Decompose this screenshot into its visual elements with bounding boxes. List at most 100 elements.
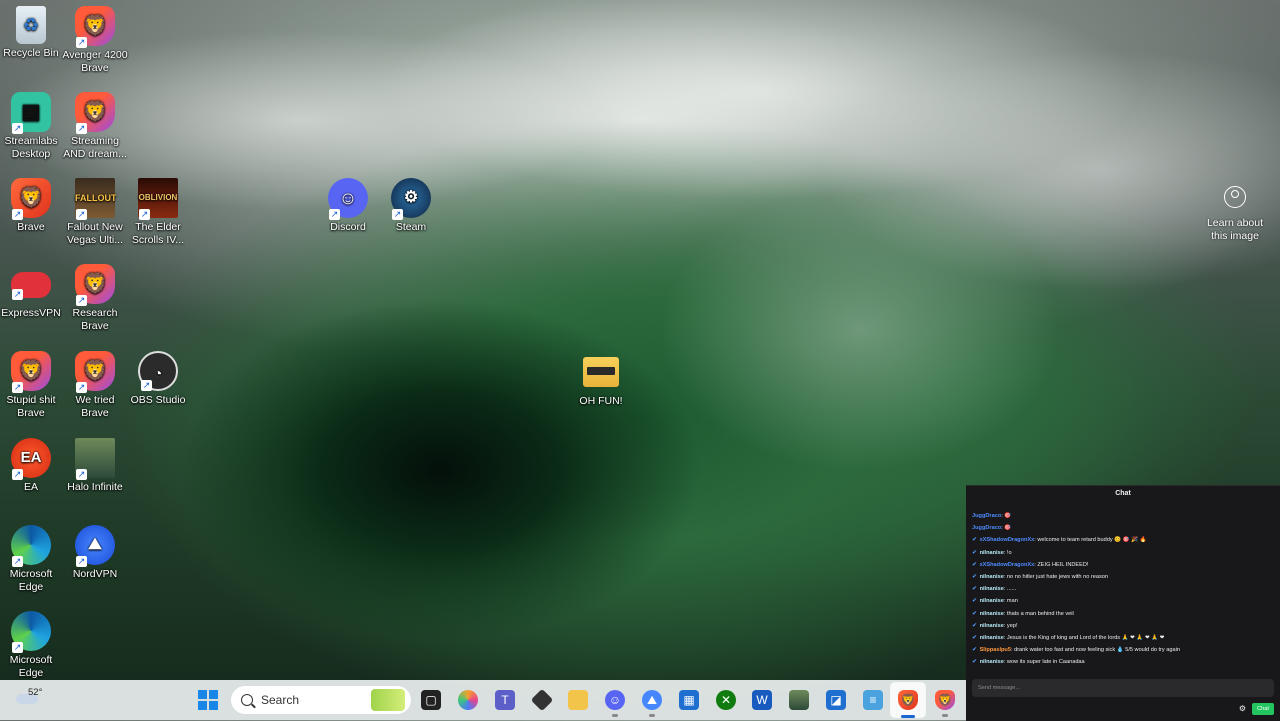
notepad-icon[interactable]: ≡ [863,690,883,710]
desktop-icon-discord[interactable]: ☺ ↗ Discord [315,178,381,234]
chat-text: ZEIG HEIL INDEED! [1037,561,1089,568]
desktop-icon-research-brave[interactable]: 🦁 ↗ Research Brave [62,264,128,333]
desktop-icon-brave[interactable]: 🦁 ↗ Brave [0,178,64,234]
taskbar: 52° Search ▢ T ☺ ⛰ ▦ ✕ W ◪ ≡ 🦁 🦁 [0,680,966,720]
file-explorer-icon[interactable] [568,690,588,710]
chat-username[interactable]: nilnanise [980,550,1004,556]
expressvpn-icon: ↗ [11,272,51,300]
brave-icon: 🦁 ↗ [11,178,51,220]
desktop-icon-oblivion[interactable]: OBLIVION ↗ The Elder Scrolls IV... [125,178,191,247]
desktop-icon-steam[interactable]: ⚙ ↗ Steam [378,178,444,234]
desktop-icon-label: The Elder Scrolls IV... [131,221,185,246]
nordvpn-taskbar-icon[interactable]: ⛰ [642,690,662,710]
brave-profile-icon: 🦁 ↗ [75,92,115,134]
chat-username[interactable]: JuggDraco [972,525,1001,531]
desktop-icon-edge-1[interactable]: ↗ Microsoft Edge [0,525,64,594]
desktop-icon-label: Recycle Bin [3,47,59,59]
taskbar-search[interactable]: Search [230,685,412,715]
desktop-icon-streamlabs[interactable]: ▣ ↗ Streamlabs Desktop [0,92,64,161]
chat-username[interactable]: nilnanise [980,598,1004,604]
learn-about-image[interactable]: Learn about this image [1200,182,1270,243]
chat-username[interactable]: xXShadowDragonXx [980,537,1035,543]
brave-profile-icon: 🦁 ↗ [75,6,115,48]
desktop-icon-edge-2[interactable]: ↗ Microsoft Edge [0,611,64,680]
copilot-icon[interactable] [458,690,478,710]
nordvpn-icon: ⛰ ↗ [75,525,115,567]
halo-taskbar-icon[interactable] [789,690,809,710]
xbox-icon[interactable]: ✕ [716,690,736,710]
chat-username[interactable]: Slippaslpu5 [980,647,1011,653]
running-indicator [942,714,948,717]
chat-username[interactable]: nilnanise [980,574,1004,580]
desktop-icon-streaming-brave[interactable]: 🦁 ↗ Streaming AND dream... [62,92,128,161]
desktop-icon-fallout[interactable]: FALLOUT ↗ Fallout New Vegas Ulti... [62,178,128,247]
desktop-icon-label: ExpressVPN [1,307,61,319]
chat-username[interactable]: JuggDraco [972,513,1001,519]
verified-badge-icon: ✔ [972,573,978,580]
desktop-icon-expressvpn[interactable]: ↗ ExpressVPN [0,264,64,320]
chat-username[interactable]: nilnanise [980,623,1004,629]
chat-message: ✔ nilnanise: no no hitler just hate jews… [972,571,1274,583]
chat-username[interactable]: nilnanise [980,635,1004,641]
stream-chat-panel: Chat JuggDraco: 🎯 JuggDraco: 🎯 ✔ xXShado… [966,485,1280,721]
weather-temperature: 52° [28,687,43,698]
desktop-icon-label: Microsoft Edge [9,568,53,593]
chat-username[interactable]: nilnanise [980,586,1004,592]
recycle-bin-icon: ♻ [16,6,46,44]
desktop-icon-recycle-bin[interactable]: ♻ Recycle Bin [0,6,64,60]
desktop-icon-label: Streaming AND dream... [63,135,127,160]
desktop-icon-nordvpn[interactable]: ⛰ ↗ NordVPN [62,525,128,581]
chat-username[interactable]: xXShadowDragonXx [980,562,1035,568]
chat-username[interactable]: nilnanise [980,611,1004,617]
verified-badge-icon: ✔ [972,586,978,593]
chat-send-button[interactable]: Chat [1252,703,1274,715]
hexagon-app-icon[interactable] [530,688,554,712]
desktop-icon-label: Fallout New Vegas Ulti... [66,221,124,246]
desktop-icon-label: Research Brave [72,307,118,332]
outlook-calendar-icon[interactable]: ◪ [826,690,846,710]
teams-icon[interactable]: T [495,690,515,710]
desktop-icon-avenger-brave[interactable]: 🦁 ↗ Avenger 4200 Brave [62,6,128,75]
steam-icon: ⚙ ↗ [391,178,431,220]
folder-icon [583,357,619,387]
desktop-icon-label: Discord [330,221,366,233]
verified-badge-icon: ✔ [972,610,978,617]
desktop-icon-label: OBS Studio [130,394,186,406]
brave-taskbar-icon[interactable]: 🦁 [898,690,918,710]
chat-username[interactable]: nilnanise [980,659,1004,665]
chat-message: ✔ nilnanise: yep! [972,620,1274,632]
desktop-icon-we-tried-brave[interactable]: 🦁 ↗ We tried Brave [62,351,128,420]
chat-message: ✔ xXShadowDragonXx: ZEIG HEIL INDEED! [972,559,1274,571]
oblivion-icon: OBLIVION ↗ [138,178,178,220]
desktop-icon-label: EA [23,481,38,493]
chat-message: ✔ nilnanise: wow its super late in Caana… [972,656,1274,668]
chat-message: ✔ nilnanise: man [972,595,1274,607]
chat-text: drank water too fast and now feeling sic… [1014,647,1180,654]
edge-icon: ↗ [11,611,51,653]
verified-badge-icon: ✔ [972,622,978,629]
desktop-icon-ea[interactable]: EA ↗ EA [0,438,64,494]
desktop-icon-label: Steam [395,221,427,233]
desktop-icon-stupid-shit-brave[interactable]: 🦁 ↗ Stupid shit Brave [0,351,64,420]
search-icon [241,694,253,706]
ea-icon: EA ↗ [11,438,51,480]
chat-text: yep! [1006,622,1018,629]
verified-badge-icon: ✔ [972,634,978,641]
chat-message: JuggDraco: 🎯 [972,525,1012,532]
desktop-icon-label: Streamlabs Desktop [4,135,58,160]
desktop-icon-label: Stupid shit Brave [6,394,56,419]
chat-message-input[interactable]: Send message... [972,679,1274,697]
chat-text: no no hitler just hate jews with no reas… [1006,573,1108,580]
task-view-icon[interactable]: ▢ [421,690,441,710]
chat-text: 🎯 [1004,513,1012,519]
desktop-icon-obs[interactable]: ◔ ↗ OBS Studio [125,351,191,407]
brave-profile-taskbar-icon[interactable]: 🦁 [935,690,955,710]
desktop-icon-halo[interactable]: ↗ Halo Infinite [62,438,128,494]
word-icon[interactable]: W [752,690,772,710]
microsoft-store-icon[interactable]: ▦ [679,690,699,710]
discord-taskbar-icon[interactable]: ☺ [605,690,625,710]
desktop-icon-oh-fun-folder[interactable]: OH FUN! [568,351,634,408]
chat-settings-gear-icon[interactable]: ⚙ [1239,703,1246,715]
obs-icon: ◔ ↗ [138,351,178,391]
start-button[interactable] [198,690,218,710]
